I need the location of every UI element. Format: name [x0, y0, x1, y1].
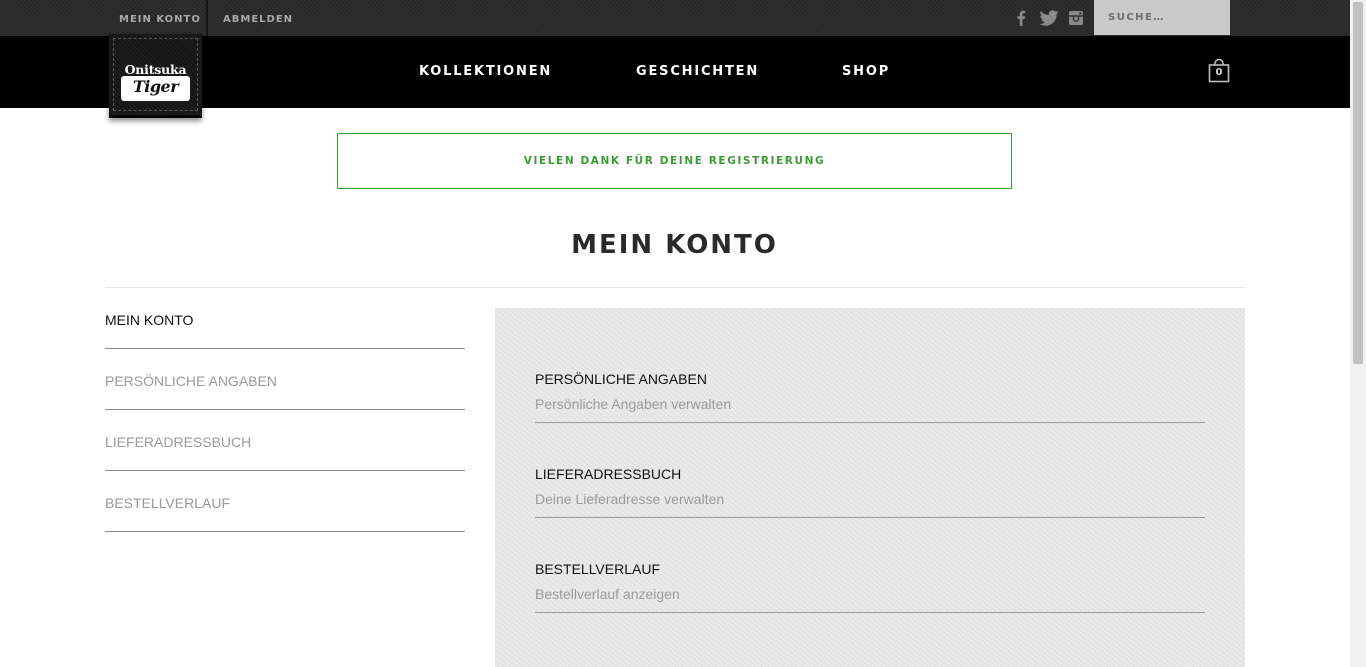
sidebar-item-persoenliche-angaben[interactable]: PERSÖNLICHE ANGABEN	[105, 349, 465, 410]
sidebar-item-label: PERSÖNLICHE ANGABEN	[105, 373, 277, 389]
card-description: Persönliche Angaben verwalten	[535, 396, 732, 412]
main-nav: KOLLEKTIONEN GESCHICHTEN SHOP 0	[0, 36, 1350, 108]
sidebar-item-lieferadressbuch[interactable]: LIEFERADRESSBUCH	[105, 410, 465, 471]
card-persoenliche-angaben[interactable]: PERSÖNLICHE ANGABEN Persönliche Angaben …	[535, 328, 1205, 423]
my-account-link[interactable]: MEIN KONTO	[119, 0, 201, 36]
page-title: MEIN KONTO	[571, 230, 778, 260]
card-bestellverlauf[interactable]: BESTELLVERLAUF Bestellverlauf anzeigen	[535, 518, 1205, 613]
page-scrollbar[interactable]	[1350, 0, 1366, 667]
registration-success-notice: VIELEN DANK FÜR DEINE REGISTRIERUNG	[337, 133, 1012, 189]
account-overview-panel: PERSÖNLICHE ANGABEN Persönliche Angaben …	[495, 308, 1245, 667]
card-lieferadressbuch[interactable]: LIEFERADRESSBUCH Deine Lieferadresse ver…	[535, 423, 1205, 518]
sidebar-item-label: MEIN KONTO	[105, 312, 194, 328]
logo-wordmark-top: Onitsuka	[124, 62, 187, 77]
sidebar-item-label: BESTELLVERLAUF	[105, 495, 231, 511]
logo-plate: Tiger	[121, 76, 190, 101]
scrollbar-thumb[interactable]	[1353, 2, 1363, 364]
brand-logo[interactable]: Onitsuka Tiger	[109, 34, 202, 118]
card-title: LIEFERADRESSBUCH	[535, 466, 682, 482]
top-utility-bar: MEIN KONTO ABMELDEN	[0, 0, 1350, 36]
shopping-bag-button[interactable]: 0	[1208, 59, 1230, 83]
nav-item-kollektionen[interactable]: KOLLEKTIONEN	[419, 64, 552, 79]
logo-wordmark-bottom: Tiger	[132, 77, 179, 96]
sidebar-item-bestellverlauf[interactable]: BESTELLVERLAUF	[105, 471, 465, 532]
card-title: PERSÖNLICHE ANGABEN	[535, 371, 707, 387]
nav-item-geschichten[interactable]: GESCHICHTEN	[636, 64, 759, 79]
top-divider	[206, 0, 208, 36]
card-description: Deine Lieferadresse verwalten	[535, 491, 725, 507]
nav-item-shop[interactable]: SHOP	[842, 64, 890, 79]
sidebar-item-mein-konto[interactable]: MEIN KONTO	[105, 288, 465, 349]
card-title: BESTELLVERLAUF	[535, 561, 661, 577]
instagram-icon[interactable]	[1067, 9, 1085, 27]
sidebar-item-label: LIEFERADRESSBUCH	[105, 434, 252, 450]
twitter-icon[interactable]	[1039, 9, 1059, 27]
search-input[interactable]	[1094, 0, 1230, 35]
notice-text: VIELEN DANK FÜR DEINE REGISTRIERUNG	[523, 155, 826, 167]
facebook-icon[interactable]	[1012, 9, 1030, 27]
logout-link[interactable]: ABMELDEN	[223, 0, 293, 36]
cart-count: 0	[1215, 67, 1223, 78]
card-description: Bestellverlauf anzeigen	[535, 586, 680, 602]
